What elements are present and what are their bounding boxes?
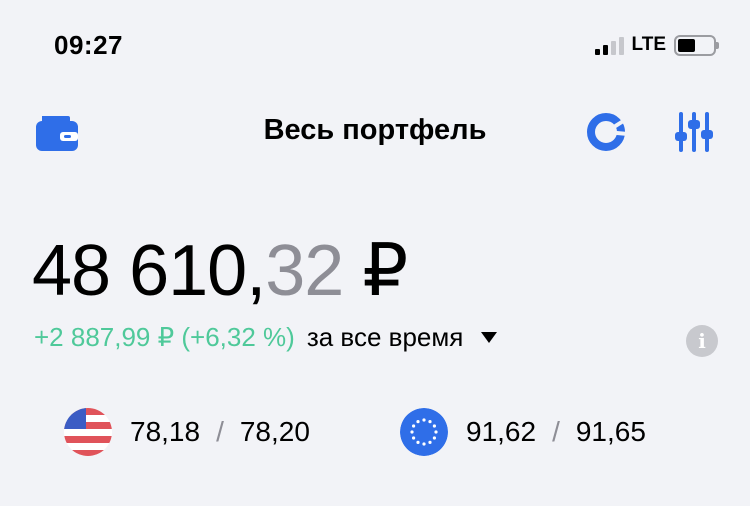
battery-icon: [674, 34, 719, 56]
sliders-icon: [675, 112, 713, 152]
period-label: за все время: [306, 322, 464, 352]
portfolio-total: 48 610,32 ₽: [32, 228, 408, 312]
amount-main: 48 610,: [32, 231, 266, 311]
caret-down-icon: [481, 332, 498, 343]
portfolio-change-row: +2 887,99 ₽ (+6,32 %) за все время: [34, 322, 498, 353]
page-title: Весь портфель: [263, 114, 487, 146]
eur-separator: /: [552, 416, 560, 447]
usd-separator: /: [216, 416, 224, 447]
amount-kopecks: 32: [265, 231, 344, 311]
status-indicators: LTE: [594, 34, 719, 56]
info-icon: i: [698, 329, 706, 353]
eu-flag-icon: [400, 408, 448, 456]
settings-button[interactable]: [674, 110, 714, 154]
status-time: 09:27: [54, 30, 123, 60]
portfolio-screen: 09:27 LTE Весь портфель 48 610,32 ₽ +2 8…: [0, 0, 750, 506]
signal-icon: [594, 35, 624, 55]
usd-buy: 78,18: [130, 416, 201, 447]
currency-sign: ₽: [362, 231, 408, 311]
info-button[interactable]: i: [686, 325, 718, 357]
network-label: LTE: [631, 34, 666, 55]
portfolio-change: +2 887,99 ₽ (+6,32 %): [34, 322, 295, 352]
usd-rate[interactable]: 78,18 / 78,20: [64, 408, 310, 456]
usd-sell: 78,20: [239, 416, 310, 447]
portfolio-chart-button[interactable]: [584, 110, 630, 154]
eur-buy: 91,62: [466, 416, 537, 447]
period-dropdown[interactable]: за все время: [307, 322, 498, 353]
eur-sell: 91,65: [575, 416, 646, 447]
eur-rate[interactable]: 91,62 / 91,65: [400, 408, 646, 456]
us-flag-icon: [64, 408, 112, 456]
pie-chart-icon: [587, 113, 630, 151]
